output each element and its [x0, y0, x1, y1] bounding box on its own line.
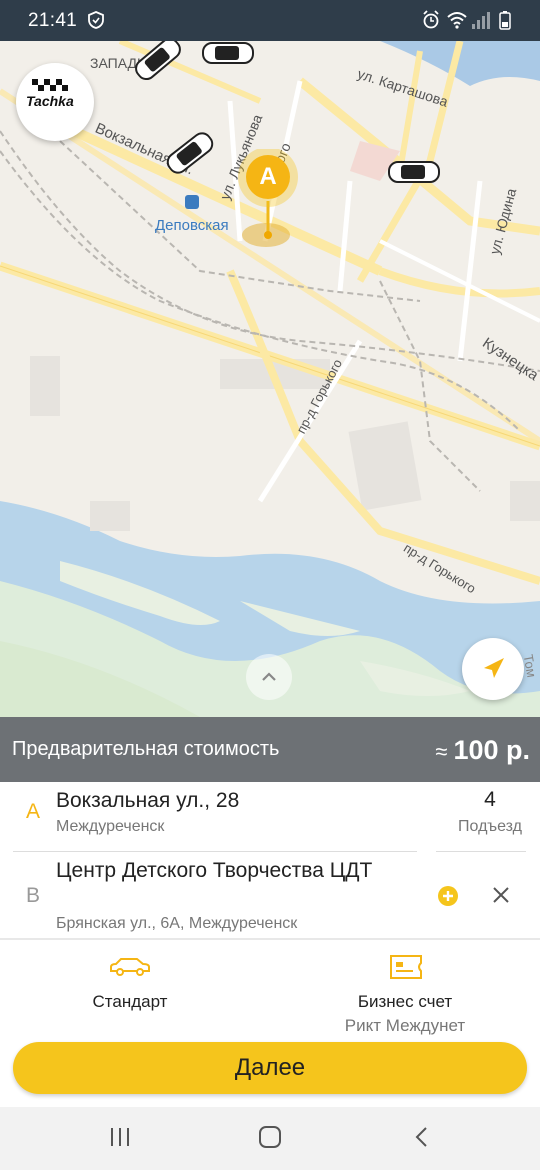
chevron-up-icon	[262, 672, 276, 681]
clear-destination-button[interactable]	[488, 882, 514, 908]
price-approx: ≈	[435, 739, 448, 764]
destination-address: Брянская ул., 6А, Междуреченск	[56, 915, 298, 932]
system-nav-bar	[0, 1107, 540, 1170]
tariff-sub: Рикт Междунет	[344, 1016, 466, 1035]
pickup-pin[interactable]: A	[236, 147, 300, 249]
home-icon[interactable]	[257, 1124, 283, 1150]
collapse-button[interactable]	[246, 654, 292, 700]
plus-icon	[443, 891, 453, 901]
shield-icon	[88, 11, 104, 29]
entrance-label: Подъезд	[458, 818, 522, 835]
pickup-city: Междуреченск	[56, 818, 165, 835]
price-amount: 100 р.	[453, 735, 530, 765]
battery-icon	[499, 11, 511, 30]
tariff-standard[interactable]: Стандарт	[40, 954, 220, 1034]
car-icon[interactable]	[388, 160, 440, 184]
logo-text: Tachka	[26, 93, 74, 109]
destination-letter: B	[26, 884, 41, 907]
destination-title: Центр Детского Творчества ЦДТ	[56, 859, 373, 882]
next-button[interactable]: Далее	[13, 1042, 527, 1094]
recent-apps-icon[interactable]	[108, 1125, 132, 1149]
map-base	[0, 41, 540, 717]
app-logo: Tachka	[16, 63, 94, 141]
status-icons	[423, 10, 511, 30]
tariff-label: Стандарт	[92, 992, 168, 1011]
price-value: ≈100 р.	[435, 735, 530, 766]
pickup-letter: A	[26, 800, 41, 823]
divider	[0, 938, 540, 940]
close-icon	[493, 887, 509, 903]
car-icon	[110, 958, 150, 976]
pickup-address: Вокзальная ул., 28	[56, 789, 240, 812]
tariff-business[interactable]: Бизнес счет Рикт Междунет	[315, 954, 495, 1044]
back-icon[interactable]	[410, 1125, 434, 1149]
navigation-arrow-icon	[484, 658, 504, 678]
status-bar: 21:41	[0, 0, 540, 41]
entrance-number[interactable]: 4	[470, 788, 510, 812]
price-label: Предварительная стоимость	[12, 738, 280, 760]
map[interactable]: ЗАПАДН ул. Карташова Вокзальная ул. ул. …	[0, 41, 540, 717]
ticket-icon	[390, 955, 422, 979]
checker-icon	[32, 79, 68, 91]
add-stop-button[interactable]	[438, 886, 458, 906]
station-name: Деповская	[155, 217, 229, 234]
wifi-icon	[447, 12, 467, 29]
train-icon	[185, 195, 199, 209]
price-bar: Предварительная стоимость ≈100 р.	[0, 717, 540, 782]
alarm-icon	[423, 10, 439, 29]
status-time: 21:41	[28, 10, 78, 31]
station-label[interactable]: Деповская	[155, 195, 229, 234]
tariff-label: Бизнес счет	[357, 992, 453, 1011]
destination-address-row[interactable]: B Центр Детского Творчества ЦДТ Брянская…	[0, 852, 540, 940]
pin-letter: A	[259, 163, 277, 190]
order-panel: A Вокзальная ул., 28 Междуреченск 4 Подъ…	[0, 782, 540, 1107]
pickup-address-row[interactable]: A Вокзальная ул., 28 Междуреченск 4 Подъ…	[0, 782, 540, 852]
locate-button[interactable]	[462, 638, 524, 700]
car-icon[interactable]	[202, 41, 254, 65]
signal-icon	[472, 12, 490, 29]
